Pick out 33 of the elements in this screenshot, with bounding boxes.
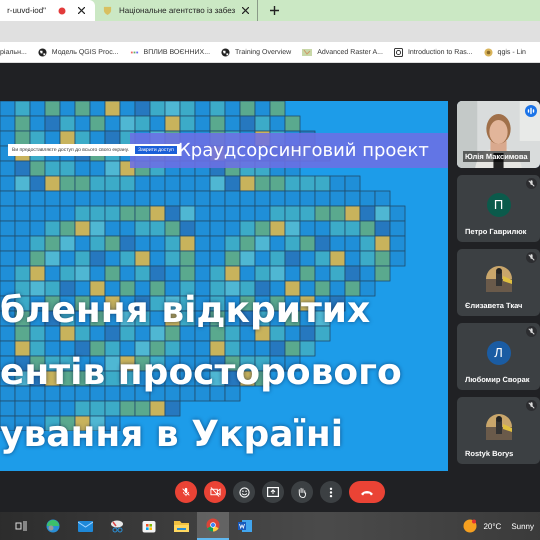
hand-button[interactable] — [291, 481, 313, 503]
mic-button[interactable] — [175, 481, 197, 503]
raise-hand-icon — [297, 486, 307, 498]
more-options-icon — [329, 486, 333, 498]
globe-icon — [38, 48, 47, 56]
tab-title: r-uuvd-iod" — [7, 6, 46, 15]
camera-off-icon — [210, 487, 220, 497]
present-screen-icon — [267, 487, 279, 497]
qgis-icon — [484, 48, 493, 56]
avatar: Л — [486, 340, 510, 364]
muted-mic-icon — [181, 487, 191, 497]
present-button[interactable] — [262, 481, 284, 503]
new-tab-icon[interactable] — [270, 6, 280, 15]
close-icon[interactable] — [242, 7, 250, 14]
shield-icon — [103, 6, 112, 15]
weather-condition: Sunny — [511, 522, 534, 530]
avatar: П — [486, 192, 510, 216]
temperature: 20°C — [483, 522, 502, 530]
sun-icon — [463, 519, 478, 533]
browser-tab[interactable]: r-uuvd-iod" — [0, 0, 95, 21]
more-button[interactable] — [320, 481, 342, 503]
emoji-icon — [238, 486, 250, 498]
globe-icon — [221, 48, 230, 56]
tab-title: Національне агентство із забез — [119, 6, 236, 15]
document-icon — [394, 48, 403, 56]
chrome-taskbar-icon[interactable] — [197, 512, 229, 540]
camera-button[interactable] — [204, 481, 226, 503]
map-icon — [302, 48, 312, 56]
hang-up-icon — [360, 488, 374, 496]
emoji-button[interactable] — [233, 481, 255, 503]
slide-heading-line: ування в Україні — [0, 413, 344, 457]
close-icon[interactable] — [78, 7, 85, 14]
leave-button[interactable] — [349, 481, 385, 503]
